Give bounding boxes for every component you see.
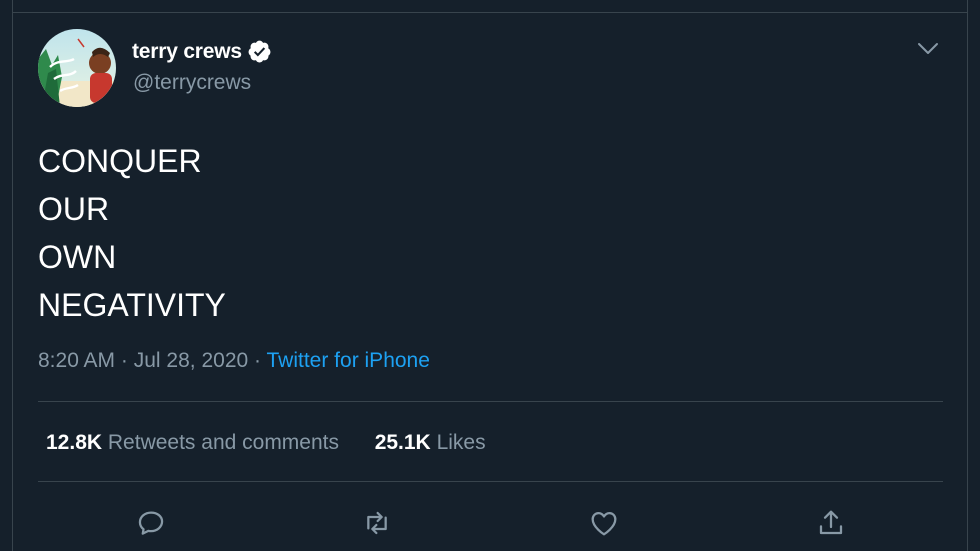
likes-label: Likes — [436, 431, 486, 454]
tweet-text-line: CONQUER — [38, 143, 202, 179]
meta-separator: · — [120, 349, 128, 372]
tweet-stats: 12.8K Retweets and comments 25.1K Likes — [46, 431, 486, 455]
previous-tweet-frame — [12, 0, 968, 13]
tweet-text-line: OWN — [38, 239, 117, 275]
avatar-illustration-icon — [38, 29, 116, 107]
reply-button[interactable] — [133, 505, 169, 541]
share-button[interactable] — [813, 505, 849, 541]
tweet-text-line: NEGATIVITY — [38, 287, 226, 323]
tweet-actions — [13, 505, 967, 545]
likes-stat[interactable]: 25.1K Likes — [375, 431, 486, 454]
divider — [38, 481, 943, 482]
retweets-count: 12.8K — [46, 431, 103, 454]
tweet-text: CONQUER OUR OWN NEGATIVITY — [38, 137, 226, 329]
verified-badge-icon — [248, 40, 271, 63]
retweets-label: Retweets and comments — [107, 431, 339, 454]
likes-count: 25.1K — [374, 431, 431, 454]
chevron-down-icon[interactable] — [917, 41, 939, 57]
share-icon — [819, 510, 843, 535]
tweet-text-line: OUR — [38, 191, 110, 227]
tweet-page: terry crews @terrycrews CONQUER OUR OWN … — [0, 0, 980, 551]
author-name-row[interactable]: terry crews — [132, 39, 272, 64]
tweet-time[interactable]: 8:20 AM — [38, 349, 115, 372]
tweet-date[interactable]: Jul 28, 2020 — [134, 349, 248, 372]
reply-icon — [138, 511, 164, 535]
like-button[interactable] — [586, 505, 622, 541]
tweet-card: terry crews @terrycrews CONQUER OUR OWN … — [12, 13, 968, 551]
retweets-stat[interactable]: 12.8K Retweets and comments — [46, 431, 345, 454]
avatar[interactable] — [38, 29, 116, 107]
tweet-metadata: 8:20 AM · Jul 28, 2020 · Twitter for iPh… — [38, 349, 430, 373]
meta-separator: · — [254, 349, 262, 372]
author-display-name[interactable]: terry crews — [132, 40, 242, 64]
retweet-button[interactable] — [359, 505, 395, 541]
like-icon — [591, 512, 617, 536]
retweet-icon — [367, 511, 387, 535]
tweet-source-link[interactable]: Twitter for iPhone — [267, 349, 430, 372]
divider — [38, 401, 943, 402]
author-handle[interactable]: @terrycrews — [133, 71, 251, 95]
